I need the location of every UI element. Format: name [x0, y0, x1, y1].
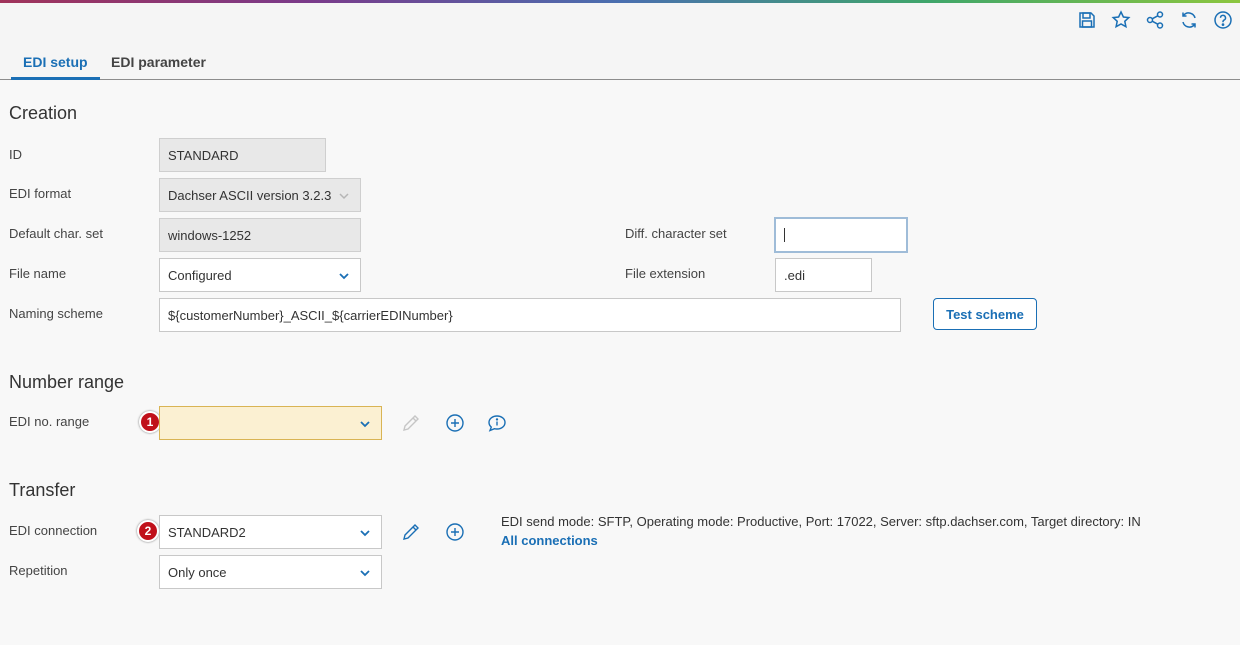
file-name-select[interactable]: Configured: [159, 258, 361, 292]
edi-format-label: EDI format: [9, 186, 72, 201]
edit-connection-button[interactable]: [401, 522, 421, 542]
add-number-range-button[interactable]: [445, 413, 465, 433]
edi-no-range-select[interactable]: [159, 406, 382, 440]
diff-charset-input[interactable]: [774, 217, 908, 253]
refresh-icon: [1182, 12, 1196, 28]
file-extension-input[interactable]: .edi: [775, 258, 872, 292]
chevron-down-icon: [360, 530, 370, 537]
chevron-down-icon: [339, 193, 349, 200]
edi-connection-label: EDI connection: [9, 523, 98, 538]
test-scheme-button[interactable]: Test scheme: [933, 298, 1037, 330]
favorite-button[interactable]: [1110, 10, 1132, 30]
pencil-icon: [403, 415, 419, 431]
edi-format-value: Dachser ASCII version 3.2.3: [168, 187, 332, 203]
help-button[interactable]: [1212, 10, 1234, 30]
share-button[interactable]: [1144, 10, 1166, 30]
file-name-value: Configured: [168, 267, 232, 283]
repetition-label: Repetition: [9, 563, 68, 578]
form-area: Creation ID STANDARD EDI format Dachser …: [0, 80, 1240, 645]
top-accent-bar: [0, 0, 1240, 3]
file-name-label: File name: [9, 266, 67, 281]
id-label: ID: [9, 147, 22, 162]
chevron-down-icon: [360, 421, 370, 428]
id-field: STANDARD: [159, 138, 326, 172]
naming-scheme-label: Naming scheme: [9, 306, 103, 321]
share-icon: [1146, 11, 1164, 29]
callout-badge-1: 1: [139, 411, 161, 433]
help-icon: [1214, 11, 1232, 29]
save-icon: [1079, 12, 1095, 28]
section-title-creation: Creation: [9, 103, 78, 123]
edi-connection-select[interactable]: STANDARD2: [159, 515, 382, 549]
add-connection-button[interactable]: [445, 522, 465, 542]
plus-circle-icon: [446, 523, 464, 541]
section-title-number-range: Number range: [9, 372, 125, 392]
edi-format-select: Dachser ASCII version 3.2.3: [159, 178, 361, 212]
plus-circle-icon: [446, 414, 464, 432]
edit-number-range-button[interactable]: [401, 413, 421, 433]
naming-scheme-input[interactable]: ${customerNumber}_ASCII_${carrierEDINumb…: [159, 298, 901, 332]
tab-edi-parameter[interactable]: EDI parameter: [111, 44, 206, 80]
pencil-icon: [403, 524, 419, 540]
tab-edi-setup[interactable]: EDI setup: [11, 44, 100, 80]
tab-bar: EDI setup EDI parameter: [0, 44, 1240, 80]
repetition-value: Only once: [168, 564, 227, 580]
diff-charset-label: Diff. character set: [625, 226, 727, 241]
edi-no-range-label: EDI no. range: [9, 414, 90, 429]
repetition-select[interactable]: Only once: [159, 555, 382, 589]
default-charset-label: Default char. set: [9, 226, 103, 241]
star-icon: [1111, 10, 1131, 29]
callout-badge-2: 2: [137, 520, 159, 542]
section-title-transfer: Transfer: [9, 480, 76, 500]
edi-connection-value: STANDARD2: [168, 524, 246, 540]
text-caret: [784, 228, 785, 242]
toolbar: [1076, 10, 1234, 30]
chevron-down-icon: [360, 570, 370, 577]
all-connections-link[interactable]: All connections: [501, 533, 598, 548]
chevron-down-icon: [339, 273, 349, 280]
refresh-button[interactable]: [1178, 10, 1200, 30]
save-button[interactable]: [1076, 10, 1098, 30]
connection-info-text: EDI send mode: SFTP, Operating mode: Pro…: [501, 514, 1141, 529]
number-range-info-button[interactable]: [487, 413, 507, 433]
file-extension-label: File extension: [625, 266, 706, 281]
info-comment-icon: [488, 415, 506, 432]
default-charset-field: windows-1252: [159, 218, 361, 252]
